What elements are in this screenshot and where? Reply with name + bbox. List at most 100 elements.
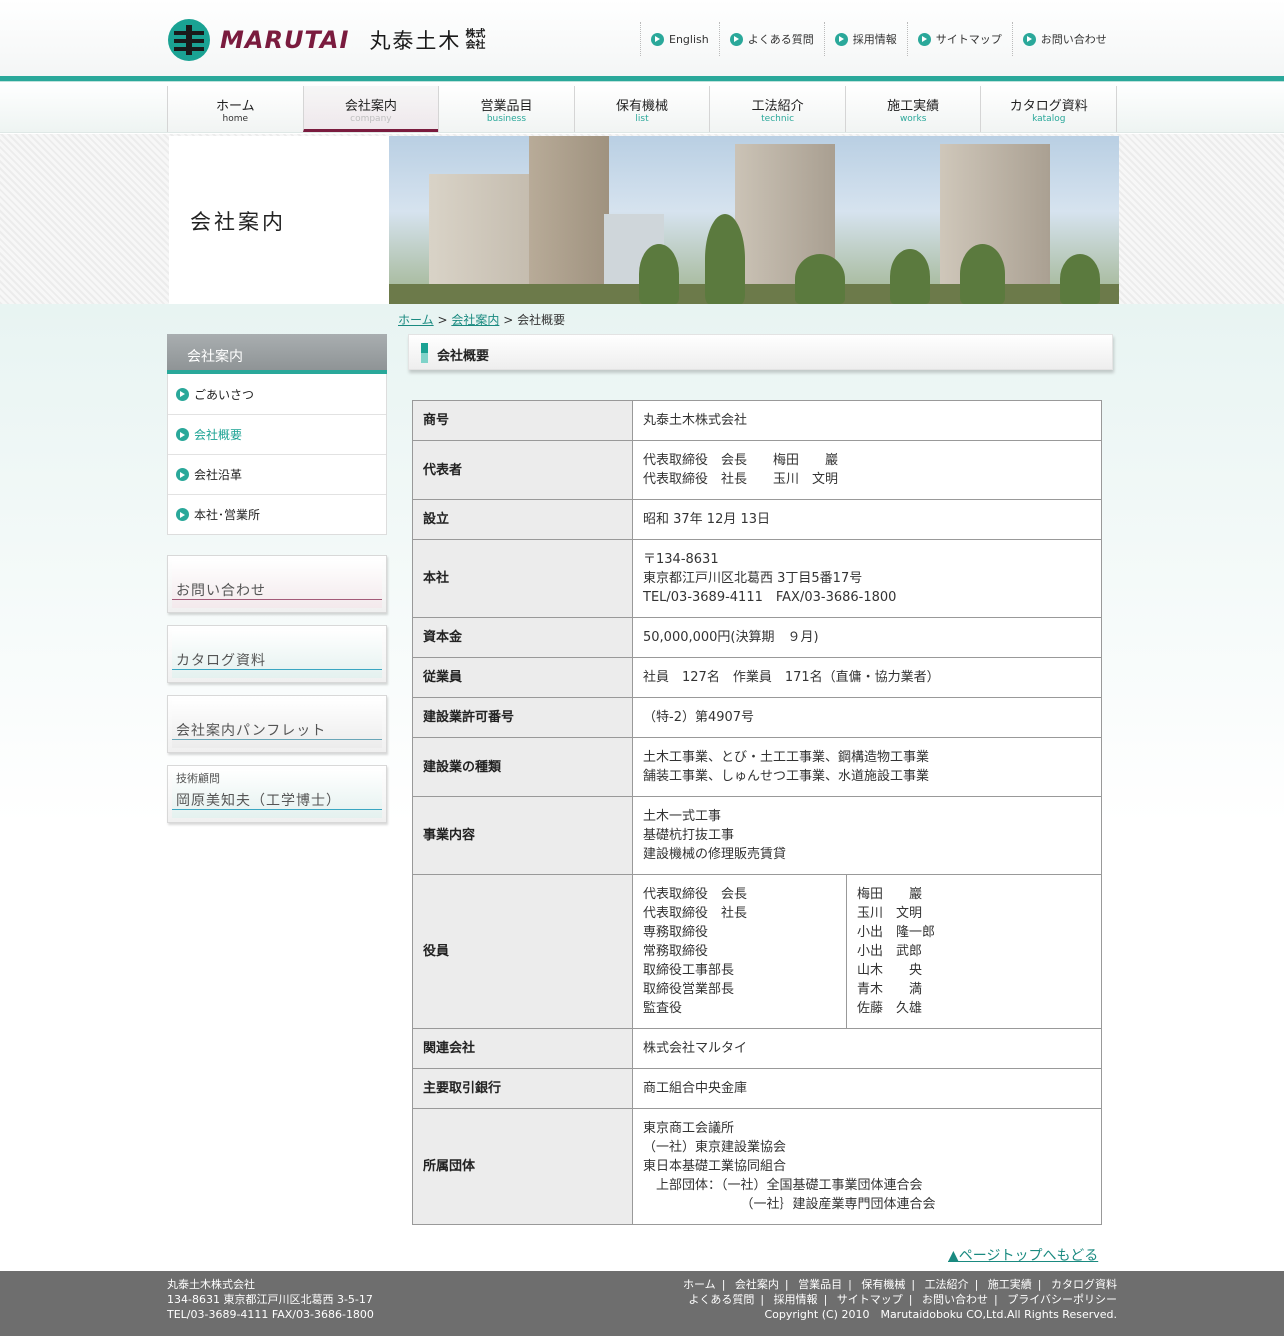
row-label: 従業員 [412, 657, 633, 698]
sidebar-item-overview[interactable]: 会社概要 [168, 414, 386, 454]
sidebar-item-offices[interactable]: 本社･営業所 [168, 494, 386, 534]
value-line: 取締役営業部長 [643, 982, 735, 997]
pamphlet-banner-button[interactable]: 会社案内パンフレット [167, 695, 387, 753]
banner-label: 岡原美知夫（工学博士） [176, 793, 341, 809]
footer-link-technic[interactable]: 工法紹介 [925, 1278, 969, 1291]
logo-mark-icon [168, 19, 210, 61]
value-line: 代表取締役 会長 梅田 巖 [643, 453, 839, 468]
footer-tel: TEL/03-3689-4111 FAX/03-3686-1800 [167, 1308, 374, 1321]
row-value: 〒134-8631 東京都江戸川区北葛西 3丁目5番17号 TEL/03-368… [632, 539, 1102, 618]
link-faq[interactable]: よくある質問 [718, 22, 824, 56]
nav-home[interactable]: ホーム home [167, 86, 303, 132]
nav-technic[interactable]: 工法紹介 technic [709, 86, 845, 132]
footer-separator: | [848, 1278, 852, 1291]
footer-link-business[interactable]: 営業品目 [798, 1278, 842, 1291]
footer-links-row: よくある質問 | 採用情報 | サイトマップ | お問い合わせ | プライバシーポリシー [683, 1292, 1117, 1307]
footer-link-recruit[interactable]: 採用情報 [774, 1293, 818, 1306]
breadcrumb-separator: > [503, 313, 514, 327]
building-photo [705, 136, 870, 304]
link-contact[interactable]: お問い合わせ [1011, 22, 1117, 56]
table-row: 従業員 社員 127名 作業員 171名（直傭・協力業者） [412, 657, 1102, 698]
footer-separator: | [784, 1278, 789, 1291]
value-line: 山木 央 [857, 963, 923, 978]
link-sitemap[interactable]: サイトマップ [906, 22, 1012, 56]
nav-catalog[interactable]: カタログ資料 katalog [980, 86, 1118, 132]
contact-banner-button[interactable]: お問い合わせ [167, 555, 387, 613]
footer-link-home[interactable]: ホーム [683, 1278, 716, 1291]
value-line: 建設機械の修理販売賃貸 [643, 847, 787, 862]
logo-wordmark: MARUTAI [220, 26, 350, 54]
nav-label: 工法紹介 [751, 99, 804, 114]
arrow-circle-icon [176, 468, 189, 481]
footer-link-company[interactable]: 会社案内 [735, 1278, 779, 1291]
nav-label: ホーム [215, 99, 255, 114]
banner-photos [389, 136, 1119, 304]
nav-sublabel: technic [761, 114, 795, 124]
value-line: 玉川 文明 [857, 906, 923, 921]
row-label: 事業内容 [412, 796, 633, 875]
sidebar-item-label: 会社概要 [194, 428, 243, 442]
page-top-link[interactable]: ▲ページトップへもどる [948, 1245, 1098, 1265]
footer-address: 134-8631 東京都江戸川区北葛西 3-5-17 [167, 1293, 373, 1306]
nav-sublabel: business [486, 114, 527, 124]
footer-separator: | [994, 1293, 998, 1306]
footer-link-works[interactable]: 施工実績 [988, 1278, 1032, 1291]
logo-company-name: 丸泰土木 [369, 29, 462, 53]
banner-label: カタログ資料 [176, 653, 266, 669]
sidebar-heading: 会社案内 [167, 334, 387, 374]
value-line: 代表取締役 会長 [643, 887, 748, 902]
value-line: 小出 隆一郎 [857, 925, 936, 940]
value-line: 東京都江戸川区北葛西 3丁目5番17号 [643, 571, 863, 586]
table-row: 役員 代表取締役 会長 代表取締役 社長 専務取締役 常務取締役 取締役工事部長… [412, 874, 1102, 1029]
breadcrumb-separator: > [437, 313, 448, 327]
nav-business[interactable]: 営業品目 business [438, 86, 574, 132]
nav-works[interactable]: 施工実績 works [844, 86, 981, 132]
row-label: 関連会社 [412, 1028, 633, 1069]
table-row: 資本金 50,000,000円(決算期 ９月) [412, 617, 1102, 658]
footer-link-contact[interactable]: お問い合わせ [922, 1293, 988, 1306]
value-line: 基礎杭打抜工事 [643, 828, 735, 843]
footer-link-privacy[interactable]: プライバシーポリシー [1007, 1293, 1117, 1306]
table-row: 事業内容 土木一式工事 基礎杭打抜工事 建設機械の修理販売賃貸 [412, 796, 1102, 875]
breadcrumb-home[interactable]: ホーム [398, 313, 434, 327]
link-english[interactable]: English [640, 22, 719, 56]
company-overview-table: 商号 丸泰土木株式会社 代表者 代表取締役 会長 梅田 巖 代表取締役 社長 玉川… [412, 400, 1102, 1225]
utility-nav: English よくある質問 採用情報 サイトマップ お問い合わせ [640, 22, 1117, 56]
nav-company[interactable]: 会社案内 company [302, 86, 439, 132]
sidebar-item-label: 本社･営業所 [194, 508, 261, 522]
heading-marker [421, 343, 428, 363]
sidebar-item-history[interactable]: 会社沿革 [168, 454, 386, 494]
value-line: 上部団体：（一社）全国基礎工事業団体連合会 [643, 1178, 923, 1193]
breadcrumb-company[interactable]: 会社案内 [451, 313, 499, 327]
row-label: 建設業の種類 [412, 737, 633, 797]
footer-company-info: 丸泰土木株式会社 134-8631 東京都江戸川区北葛西 3-5-17 TEL/… [167, 1277, 374, 1322]
advisor-banner-button[interactable]: 技術顧問岡原美知夫（工学博士） [167, 765, 387, 823]
sidebar-item-greeting[interactable]: ごあいさつ [168, 374, 386, 414]
footer-link-catalog[interactable]: カタログ資料 [1051, 1278, 1117, 1291]
value-line: 梅田 巖 [857, 887, 923, 902]
row-label: 本社 [412, 539, 633, 618]
value-line: 舗装工事業、しゅんせつ工事業、水道施設工事業 [643, 769, 930, 784]
link-label: サイトマップ [935, 33, 1002, 46]
footer-separator: | [1037, 1278, 1042, 1291]
link-recruit[interactable]: 採用情報 [823, 22, 907, 56]
footer: 丸泰土木株式会社 134-8631 東京都江戸川区北葛西 3-5-17 TEL/… [0, 1271, 1284, 1336]
row-value: 代表取締役 会長 梅田 巖 代表取締役 社長 玉川 文明 [632, 440, 1102, 500]
table-row: 建設業の種類 土木工事業、とび・土工工事業、鋼構造物工事業 舗装工事業、しゅんせ… [412, 737, 1102, 797]
nav-machinery[interactable]: 保有機械 list [573, 86, 710, 132]
banner-sublabel: 技術顧問 [176, 772, 220, 785]
site-logo[interactable]: MARUTAI 丸泰土木 株式会社 [168, 18, 489, 62]
value-line: （一社｝建設産業専門団体連合会 [643, 1197, 936, 1212]
footer-link-machinery[interactable]: 保有機械 [861, 1278, 905, 1291]
footer-separator: | [974, 1278, 979, 1291]
nav-sublabel: katalog [1032, 114, 1066, 124]
row-value: 商工組合中央金庫 [632, 1068, 1102, 1109]
footer-separator: | [823, 1293, 828, 1306]
footer-company-name: 丸泰土木株式会社 [167, 1278, 255, 1291]
footer-link-faq[interactable]: よくある質問 [688, 1293, 754, 1306]
row-value: 土木工事業、とび・土工工事業、鋼構造物工事業 舗装工事業、しゅんせつ工事業、水道… [632, 737, 1102, 797]
catalog-banner-button[interactable]: カタログ資料 [167, 625, 387, 683]
nav-sublabel: works [899, 114, 927, 124]
row-label: 所属団体 [412, 1108, 633, 1225]
footer-link-sitemap[interactable]: サイトマップ [837, 1293, 903, 1306]
